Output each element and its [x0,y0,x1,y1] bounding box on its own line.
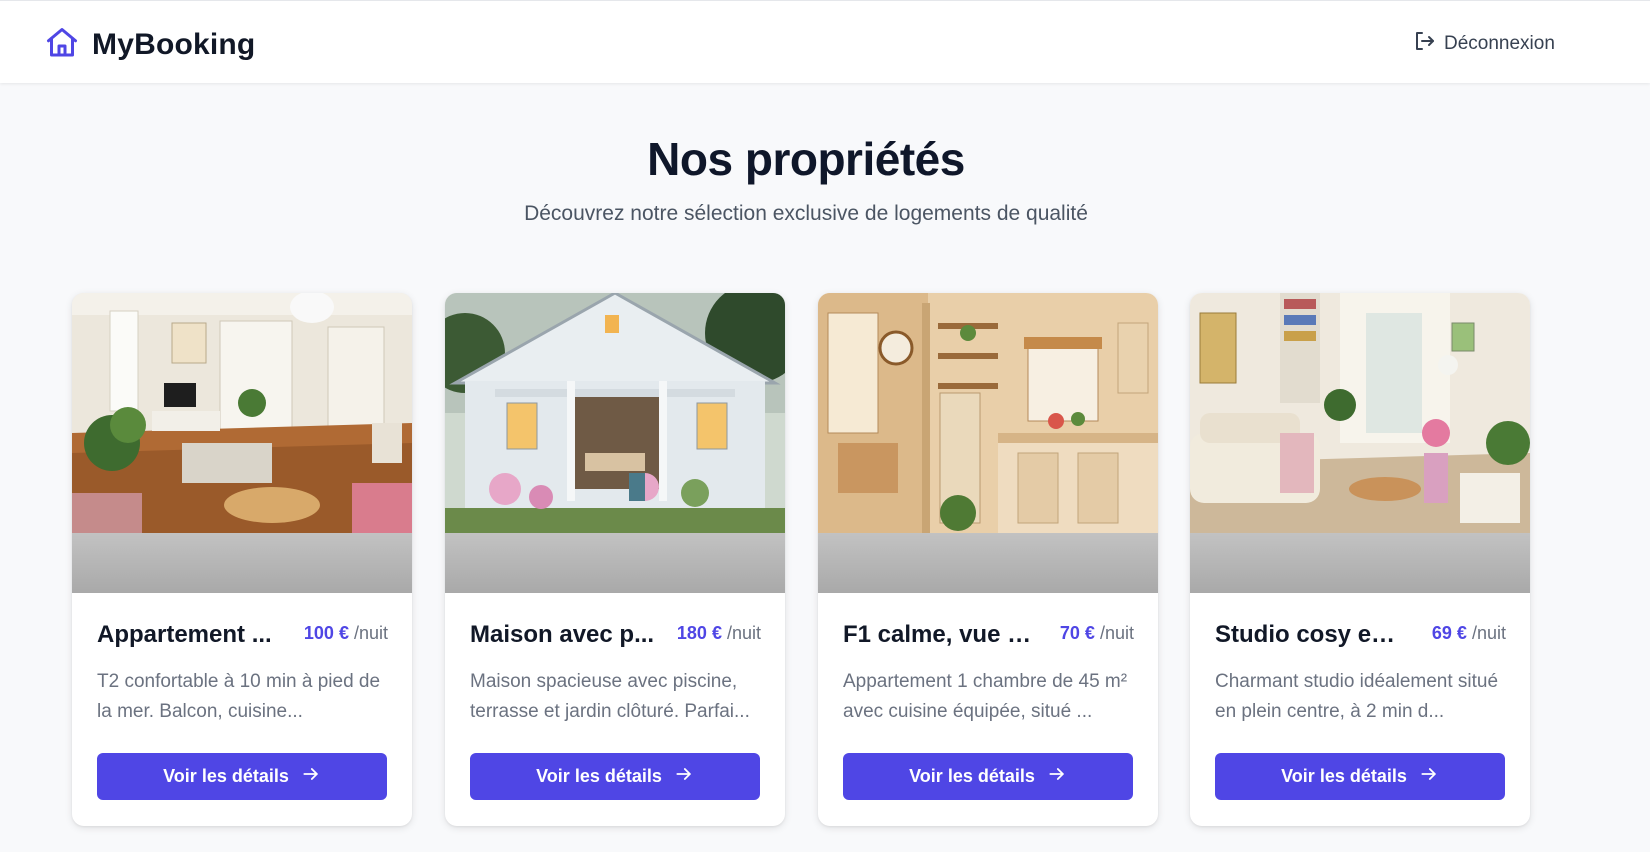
logout-icon [1412,29,1436,59]
page-title: Nos propriétés [647,133,965,185]
property-title: F1 calme, vue d... [843,621,1033,648]
view-details-button[interactable]: Voir les détails [1215,753,1505,800]
price-amount: 100 € [303,623,349,643]
price-amount: 70 € [1059,623,1095,643]
property-price: 100 € /nuit [304,623,388,644]
property-title: Studio cosy en ... [1215,621,1405,648]
view-details-button[interactable]: Voir les détails [470,753,760,800]
property-photo[interactable] [445,293,785,533]
page-subtitle: Découvrez notre sélection exclusive de l… [524,202,1088,225]
button-label: Voir les détails [909,766,1035,786]
arrow-right-icon [1419,764,1439,789]
property-card[interactable]: Maison avec p... 180 € /nuit Maison spac… [445,293,785,826]
button-label: Voir les détails [163,766,289,786]
view-details-button[interactable]: Voir les détails [843,753,1133,800]
logout-label: Déconnexion [1444,33,1555,54]
house-icon [44,25,80,66]
price-amount: 180 € [676,623,722,643]
price-amount: 69 € [1431,623,1467,643]
price-unit: /nuit [726,623,761,643]
navbar: MyBooking Déconnexion [0,0,1650,83]
property-card[interactable]: F1 calme, vue d... 70 € /nuit Appartemen… [818,293,1158,826]
property-photo[interactable] [818,293,1158,533]
property-description: Appartement 1 chambre de 45 m² avec cuis… [843,671,1128,722]
property-card[interactable]: Appartement ... 100 € /nuit T2 confortab… [72,293,412,826]
logout-button[interactable]: Déconnexion [1412,29,1555,59]
button-label: Voir les détails [1281,766,1407,786]
image-placeholder [1190,533,1530,593]
property-title: Appartement ... [97,621,272,648]
brand-link[interactable]: MyBooking [44,25,255,65]
property-description: Charmant studio idéalement situé en plei… [1215,671,1499,722]
property-card[interactable]: Studio cosy en ... 69 € /nuit Charmant s… [1190,293,1530,826]
arrow-right-icon [1047,764,1067,789]
brand-name: MyBooking [92,28,256,61]
price-unit: /nuit [1099,623,1134,643]
view-details-button[interactable]: Voir les détails [97,753,387,800]
property-photo[interactable] [72,293,412,533]
image-placeholder [445,533,785,593]
image-placeholder [72,533,412,593]
property-price: 180 € /nuit [677,623,761,644]
property-photo[interactable] [1190,293,1530,533]
image-placeholder [818,533,1158,593]
price-unit: /nuit [1471,623,1506,643]
property-title: Maison avec p... [470,621,655,648]
price-unit: /nuit [353,623,388,643]
property-description: Maison spacieuse avec piscine, terrasse … [470,671,750,722]
arrow-right-icon [674,764,694,789]
property-price: 70 € /nuit [1060,623,1134,644]
property-description: T2 confortable à 10 min à pied de la mer… [97,671,381,722]
property-price: 69 € /nuit [1432,623,1506,644]
arrow-right-icon [301,764,321,789]
button-label: Voir les détails [536,766,662,786]
